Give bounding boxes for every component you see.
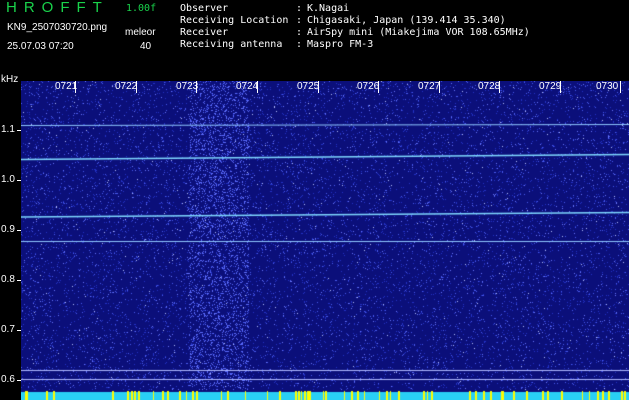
x-axis-tick xyxy=(620,81,621,93)
metadata-colon: : xyxy=(296,27,303,38)
y-axis-label: 0.7 xyxy=(1,324,15,335)
metadata-colon: : xyxy=(296,3,303,14)
spectrogram xyxy=(21,81,629,400)
location-value: Chigasaki, Japan (139.414 35.340) xyxy=(307,15,506,26)
y-axis-label: 0.6 xyxy=(1,374,15,385)
app-version: 1.00f xyxy=(126,3,157,14)
observer-value: K.Nagai xyxy=(307,3,350,14)
y-axis-label: 1.1 xyxy=(1,124,15,135)
metadata-colon: : xyxy=(296,39,303,50)
x-axis-label: 0728 xyxy=(478,81,501,92)
x-axis-label: 0729 xyxy=(539,81,562,92)
app-title: HROFFT xyxy=(6,0,109,16)
x-axis-label: 0723 xyxy=(176,81,199,92)
observer-key: Observer xyxy=(180,3,229,14)
metadata-colon: : xyxy=(296,15,303,26)
receiver-key: Receiver xyxy=(180,27,229,38)
meleor-count: 40 xyxy=(140,41,152,52)
receiver-value: AirSpy mini (Miakejima VOR 108.65MHz) xyxy=(307,27,530,38)
y-axis-label: 1.0 xyxy=(1,174,15,185)
y-axis-unit: kHz xyxy=(1,74,19,85)
y-axis-label: 0.9 xyxy=(1,224,15,235)
antenna-value: Maspro FM-3 xyxy=(307,39,374,50)
observation-datetime: 25.07.03 07:20 xyxy=(7,41,74,52)
location-key: Receiving Location xyxy=(180,15,289,26)
x-axis-label: 0730 xyxy=(596,81,619,92)
x-axis-label: 0725 xyxy=(297,81,320,92)
x-axis-label: 0721 xyxy=(55,81,78,92)
file-name: KN9_2507030720.png xyxy=(7,22,108,33)
x-axis-label: 0727 xyxy=(418,81,441,92)
antenna-key: Receiving antenna xyxy=(180,39,283,50)
x-axis-label: 0726 xyxy=(357,81,380,92)
hrofft-window: HROFFT 1.00f KN9_2507030720.png meleor 2… xyxy=(0,0,629,400)
y-axis-label: 0.8 xyxy=(1,274,15,285)
meleor-label: meleor xyxy=(125,27,156,38)
x-axis-label: 0722 xyxy=(115,81,138,92)
x-axis-label: 0724 xyxy=(236,81,259,92)
